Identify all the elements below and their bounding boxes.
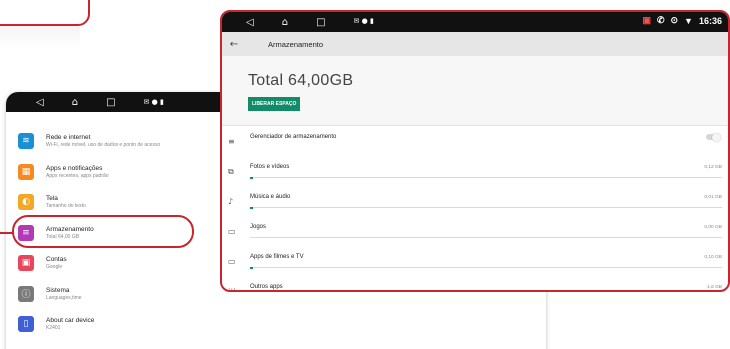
list-icon: ≡ bbox=[228, 137, 235, 146]
usage-fill bbox=[250, 206, 253, 209]
category-label: Outros apps bbox=[250, 284, 283, 290]
category-label: Música e áudio bbox=[250, 194, 291, 200]
storage-tablet: ◁ ⌂ □ ✉ ● ▮ ▣ ✆ ⊙ ▼ 16:36 ← Armazenament… bbox=[220, 10, 730, 292]
storage-summary: Total 64,00GB LIBERAR ESPAÇO bbox=[222, 56, 728, 126]
music-icon: ♪ bbox=[228, 197, 234, 206]
category-size: 0,00 GB bbox=[704, 225, 722, 230]
grid-icon: ⁞⁞⁞ bbox=[228, 287, 236, 292]
settings-item-about[interactable]: ▯ About car device K2401 bbox=[6, 309, 546, 340]
category-usage-bar bbox=[250, 206, 722, 209]
location-icon: ⊙ bbox=[670, 15, 679, 25]
storage-categories: ≡ Gerenciador de armazenamento ⧉ Fotos e… bbox=[222, 126, 728, 292]
storage-manager-toggle[interactable] bbox=[706, 132, 721, 142]
wifi-icon: ≋ bbox=[18, 133, 34, 150]
settings-item-title: Tela bbox=[46, 195, 58, 203]
partial-highlight-frame bbox=[0, 0, 90, 26]
category-size: 0,01 GB bbox=[704, 195, 722, 200]
category-label: Fotos e vídeos bbox=[250, 164, 290, 170]
home-nav-icon[interactable]: ⌂ bbox=[72, 97, 78, 108]
total-storage: Total 64,00GB bbox=[248, 72, 354, 89]
back-arrow-icon[interactable]: ← bbox=[222, 39, 246, 50]
wifi-status-icon: ▼ bbox=[684, 15, 693, 26]
gamepad-icon: ▭ bbox=[228, 227, 236, 236]
settings-item-subtitle: K2401 bbox=[46, 325, 61, 332]
recents-nav-icon[interactable]: □ bbox=[106, 97, 115, 108]
home-nav-icon[interactable]: ⌂ bbox=[282, 17, 288, 28]
accounts-icon: ▣ bbox=[18, 255, 34, 272]
storage-manager-row[interactable]: ≡ Gerenciador de armazenamento bbox=[222, 126, 728, 156]
app-bar: ← Armazenamento bbox=[222, 32, 728, 56]
category-usage-bar bbox=[250, 176, 722, 179]
settings-item-title: Contas bbox=[46, 256, 67, 264]
status-icons: ✉ ● ▮ bbox=[143, 98, 164, 106]
category-row[interactable]: ♪ Música e áudio 0,01 GB bbox=[222, 186, 728, 216]
usage-fill bbox=[250, 176, 253, 179]
usage-fill bbox=[250, 266, 253, 269]
settings-item-title: Apps e notificações bbox=[46, 164, 103, 172]
category-size: 1,6 GB bbox=[707, 285, 722, 290]
device-icon: ▯ bbox=[18, 316, 34, 333]
category-size: 0,12 GB bbox=[704, 165, 722, 170]
category-label: Apps de filmes e TV bbox=[250, 254, 304, 260]
tv-icon: ▭ bbox=[228, 257, 236, 266]
storage-manager-label: Gerenciador de armazenamento bbox=[250, 134, 337, 140]
page-title: Armazenamento bbox=[268, 39, 324, 49]
alert-icon: ▣ bbox=[642, 15, 651, 25]
info-icon: ⓘ bbox=[18, 285, 34, 302]
category-usage-bar bbox=[250, 237, 722, 238]
phone-icon: ✆ bbox=[656, 15, 665, 25]
category-row[interactable]: ▭ Apps de filmes e TV 0,10 GB bbox=[222, 246, 728, 276]
recents-nav-icon[interactable]: □ bbox=[316, 17, 325, 28]
settings-item-subtitle: Languages,time bbox=[46, 294, 82, 301]
screenshot-stage: ◁ ⌂ □ ✉ ● ▮ ≋ Rede e internet Wi-Fi, rede… bbox=[0, 0, 730, 349]
settings-item-subtitle: Google bbox=[46, 264, 63, 271]
category-row[interactable]: ⁞⁞⁞ Outros apps 1,6 GB bbox=[222, 276, 728, 292]
back-nav-icon[interactable]: ◁ bbox=[36, 97, 44, 108]
category-usage-bar bbox=[250, 266, 722, 269]
category-row[interactable]: ⧉ Fotos e vídeos 0,12 GB bbox=[222, 156, 728, 186]
clock: 16:36 bbox=[698, 15, 722, 26]
category-size: 0,10 GB bbox=[704, 255, 722, 260]
apps-icon: ▦ bbox=[18, 163, 34, 180]
settings-item-subtitle: Apps recentes, apps padrão bbox=[46, 172, 109, 179]
back-nav-icon[interactable]: ◁ bbox=[246, 17, 254, 28]
storage-highlight-outline bbox=[12, 215, 194, 248]
free-space-button[interactable]: LIBERAR ESPAÇO bbox=[248, 97, 301, 111]
category-row[interactable]: ▭ Jogos 0,00 GB bbox=[222, 216, 728, 246]
notification-icons: ✉ ● ▮ bbox=[353, 16, 374, 25]
settings-item-subtitle: Tamanho do texto bbox=[46, 203, 86, 210]
settings-item-title: Rede e internet bbox=[46, 134, 91, 142]
settings-item-subtitle: Wi-Fi, rede móvel, uso de dados e ponto … bbox=[46, 142, 161, 149]
settings-item-title: Sistema bbox=[46, 286, 70, 294]
settings-item-title: About car device bbox=[46, 317, 95, 325]
photo-icon: ⧉ bbox=[228, 167, 234, 176]
brightness-icon: ◐ bbox=[18, 194, 34, 211]
category-label: Jogos bbox=[250, 224, 267, 230]
status-bar: ◁ ⌂ □ ✉ ● ▮ ▣ ✆ ⊙ ▼ 16:36 bbox=[222, 12, 728, 32]
